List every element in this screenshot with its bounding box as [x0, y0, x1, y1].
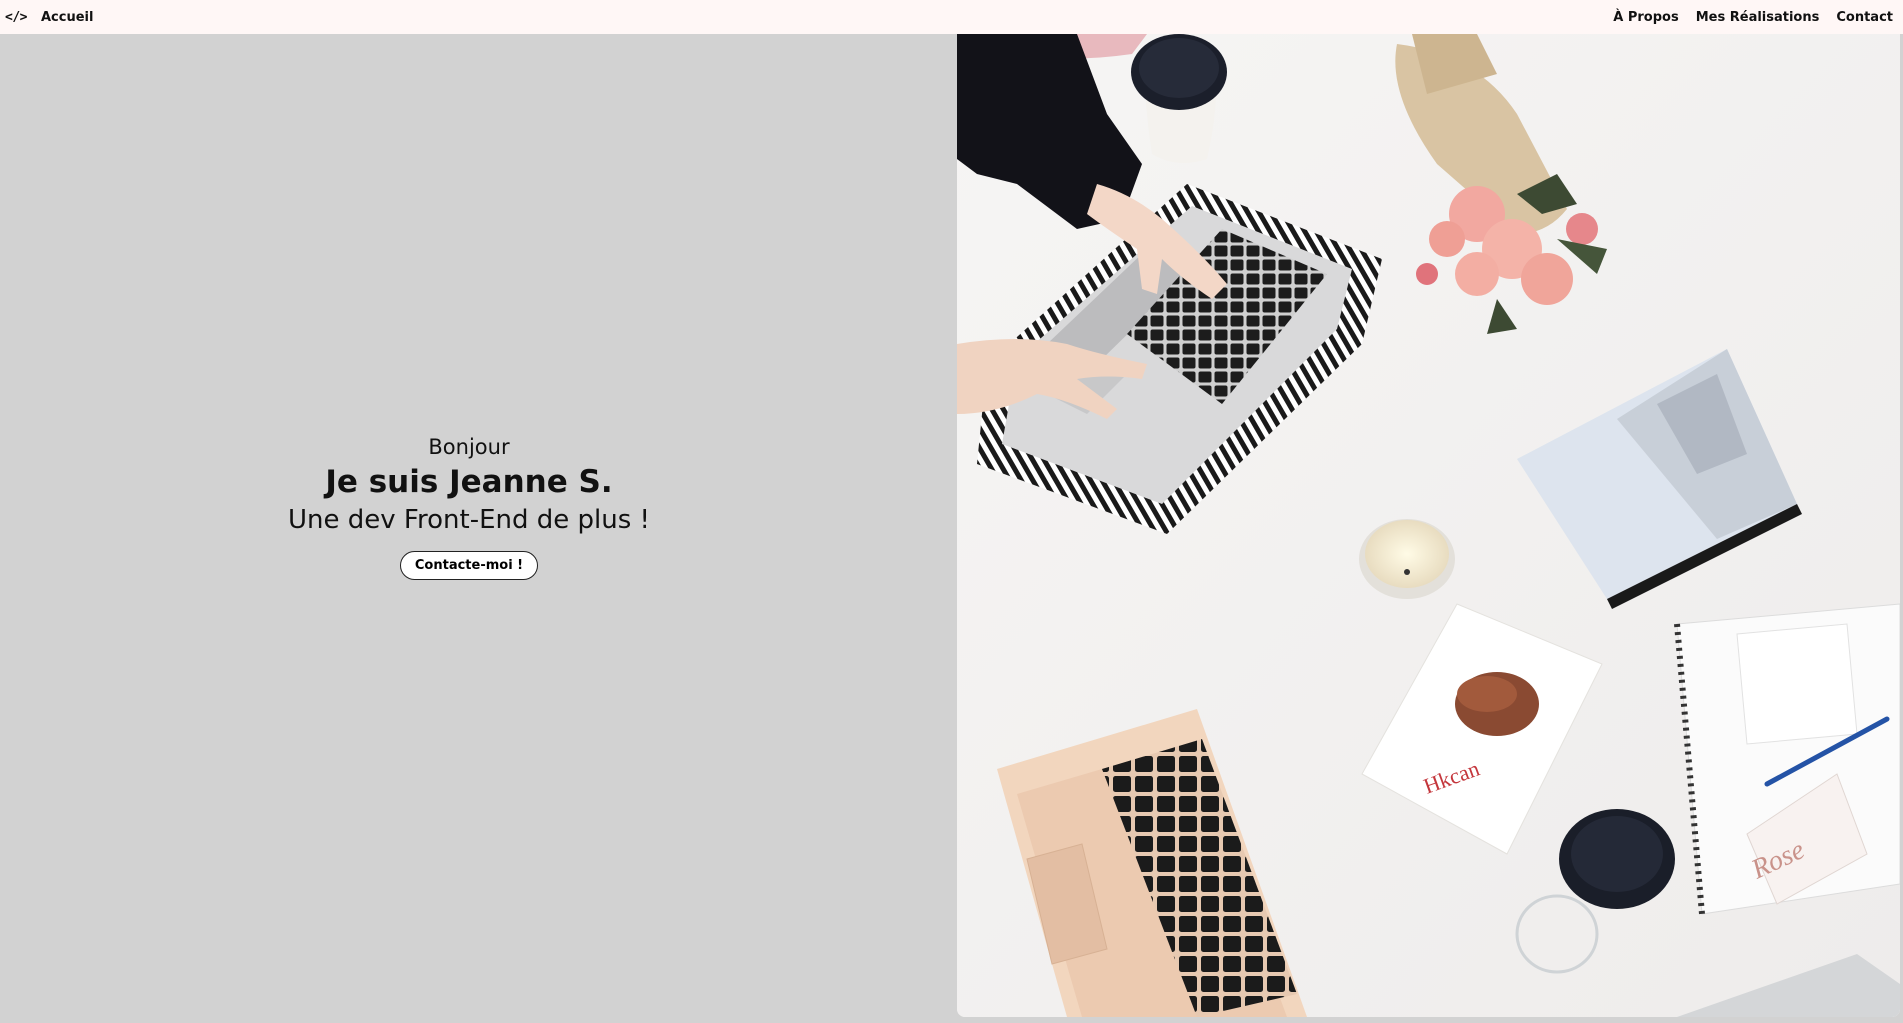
hero-photo: Hkcan Rose	[957, 34, 1900, 1017]
hero-section: Bonjour Je suis Jeanne S. Une dev Front-…	[0, 34, 957, 1023]
hero-tagline: Une dev Front-End de plus !	[288, 505, 650, 535]
nav-link-contact[interactable]: Contact	[1836, 10, 1893, 25]
hero-text: Bonjour Je suis Jeanne S. Une dev Front-…	[0, 433, 938, 580]
nav-link-home[interactable]: Accueil	[41, 10, 93, 25]
spiral-notebook: Rose	[1674, 603, 1900, 915]
candle	[1359, 519, 1455, 599]
contact-me-button[interactable]: Contacte-moi !	[399, 551, 539, 580]
nav-link-projects[interactable]: Mes Réalisations	[1696, 10, 1820, 25]
desk-workspace-photo: Hkcan Rose	[957, 34, 1900, 1017]
code-icon[interactable]: </>	[5, 10, 27, 25]
coffee-cup-bottom	[1559, 809, 1675, 909]
top-navbar: </> Accueil À Propos Mes Réalisations Co…	[0, 0, 1903, 34]
nav-link-about[interactable]: À Propos	[1613, 10, 1678, 25]
nav-right: À Propos Mes Réalisations Contact	[1613, 10, 1893, 25]
hero-name: Je suis Jeanne S.	[325, 464, 613, 500]
hero-greeting: Bonjour	[428, 435, 510, 459]
nav-left: </> Accueil	[5, 10, 93, 25]
